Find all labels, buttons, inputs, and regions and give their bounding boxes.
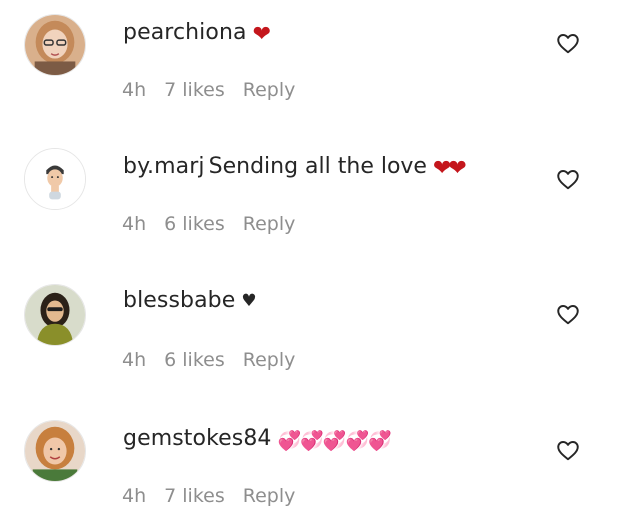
like-button[interactable] <box>555 301 581 327</box>
comment-time[interactable]: 4h <box>122 349 146 371</box>
comment-text: Sending all the love <box>208 154 427 179</box>
avatar[interactable] <box>24 148 86 210</box>
comment-time[interactable]: 4h <box>122 213 146 235</box>
heart-outline-icon <box>557 305 579 325</box>
like-button[interactable] <box>555 30 581 56</box>
comment-line: pearchiona ❤ <box>123 18 272 50</box>
comment-item: by.marj Sending all the love ❤❤ 4h 6 likes R… <box>0 136 634 266</box>
avatar-photo <box>25 149 85 209</box>
likes-count[interactable]: 7 likes <box>164 79 225 101</box>
avatar[interactable] <box>24 14 86 76</box>
heart-emoji-icon: ❤❤ <box>432 156 467 181</box>
comment-time[interactable]: 4h <box>122 485 146 507</box>
likes-count[interactable]: 6 likes <box>164 349 225 371</box>
like-button[interactable] <box>555 437 581 463</box>
likes-count[interactable]: 6 likes <box>164 213 225 235</box>
like-button[interactable] <box>555 166 581 192</box>
username-link[interactable]: by.marj <box>123 154 205 179</box>
heart-emoji-icon: ❤ <box>252 22 272 47</box>
comment-item: pearchiona ❤ 4h 7 likes Reply <box>0 0 634 130</box>
comment-time[interactable]: 4h <box>122 79 146 101</box>
reply-button[interactable]: Reply <box>243 349 296 371</box>
reply-button[interactable]: Reply <box>243 79 296 101</box>
heart-outline-icon <box>557 34 579 54</box>
reply-button[interactable]: Reply <box>243 213 296 235</box>
reply-button[interactable]: Reply <box>243 485 296 507</box>
comment-item: blessbabe ♥ 4h 6 likes Reply <box>0 270 634 400</box>
comment-line: blessbabe ♥ <box>123 286 257 316</box>
comment-line: gemstokes84 💞💞💞💞💞 <box>123 424 392 456</box>
username-link[interactable]: pearchiona <box>123 20 247 45</box>
heart-outline-icon <box>557 170 579 190</box>
avatar-photo <box>25 285 85 345</box>
revolving-hearts-emoji-icon: 💞💞💞💞💞 <box>277 430 392 452</box>
heart-outline-icon <box>557 441 579 461</box>
avatar[interactable] <box>24 420 86 482</box>
avatar-photo <box>25 15 85 75</box>
comment-meta: 4h 6 likes Reply <box>122 212 313 236</box>
avatar[interactable] <box>24 284 86 346</box>
comment-line: by.marj Sending all the love ❤❤ <box>123 152 467 184</box>
heart-emoji-icon: ♥ <box>241 291 256 311</box>
username-link[interactable]: gemstokes84 <box>123 426 272 451</box>
comment-item: gemstokes84 💞💞💞💞💞 4h 7 likes Reply <box>0 406 634 528</box>
comment-meta: 4h 7 likes Reply <box>122 484 313 508</box>
username-link[interactable]: blessbabe <box>123 288 235 313</box>
comment-meta: 4h 6 likes Reply <box>122 348 313 372</box>
comment-meta: 4h 7 likes Reply <box>122 78 313 102</box>
avatar-photo <box>25 421 85 481</box>
likes-count[interactable]: 7 likes <box>164 485 225 507</box>
